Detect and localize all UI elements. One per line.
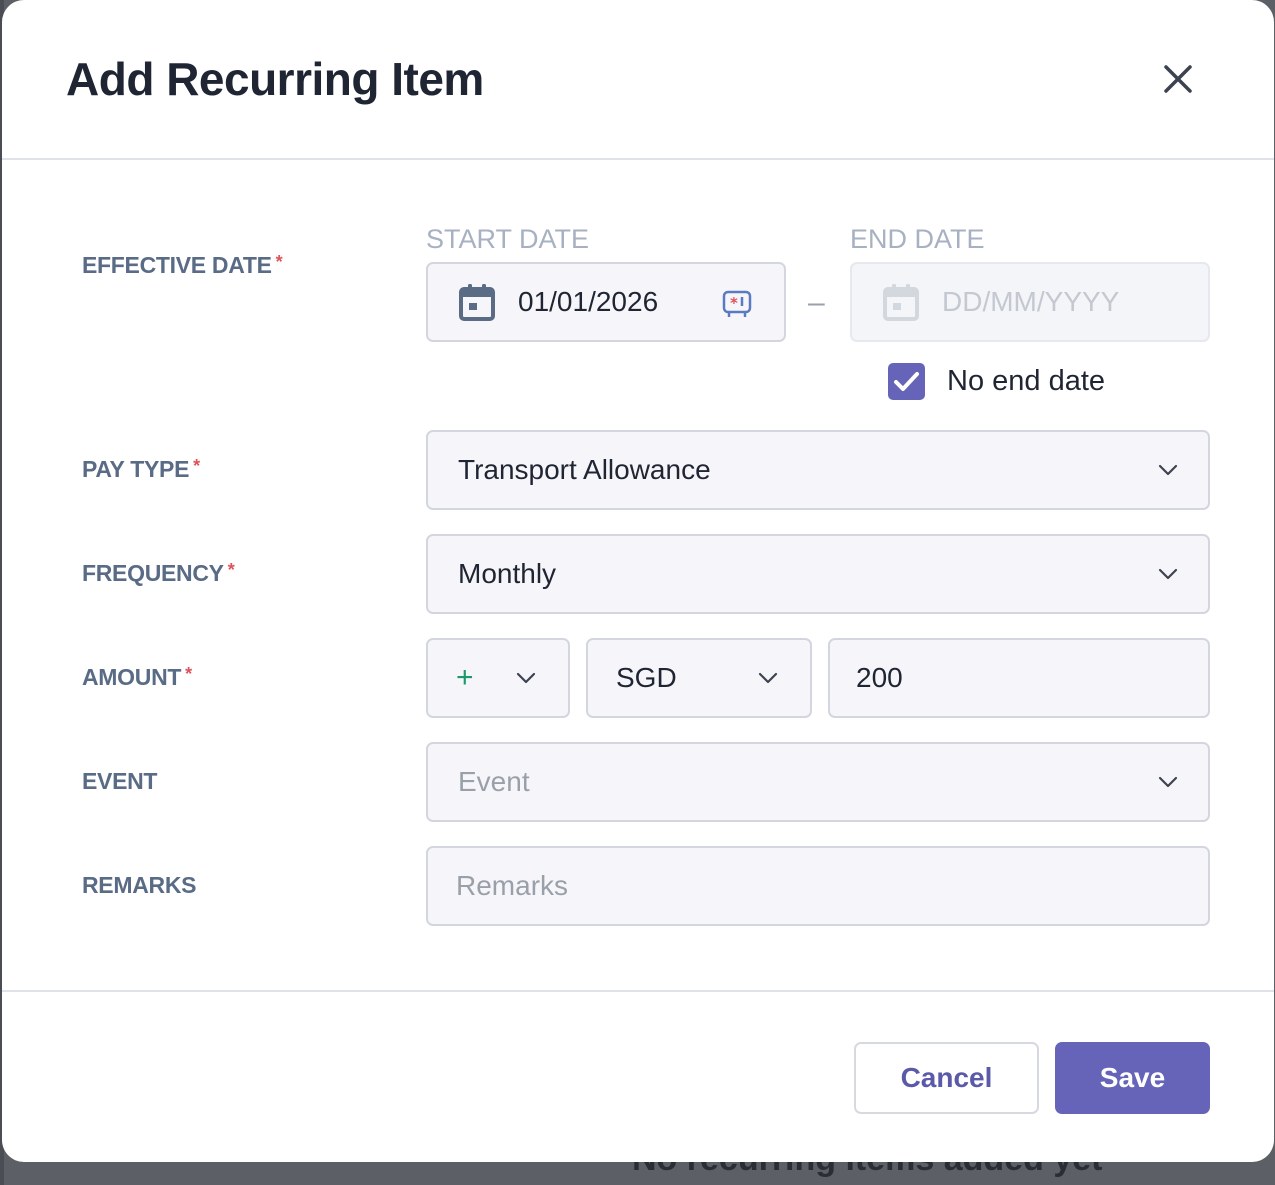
start-date-label: START DATE <box>426 224 590 254</box>
chevron-down-icon <box>1158 568 1178 580</box>
save-button[interactable]: Save <box>1055 1042 1210 1114</box>
calendar-icon <box>883 284 919 321</box>
chevron-down-icon <box>1158 776 1178 788</box>
effective-date-label: EFFECTIVE DATE * <box>82 252 283 278</box>
frequency-value: Monthly <box>458 558 557 589</box>
no-end-date-label: No end date <box>947 365 1106 397</box>
remarks-input[interactable]: Remarks <box>426 846 1210 926</box>
calendar-icon <box>459 284 495 321</box>
svg-text:*: * <box>730 294 738 312</box>
chevron-down-icon <box>758 672 778 684</box>
remarks-placeholder: Remarks <box>456 870 569 901</box>
amount-input[interactable]: 200 <box>828 638 1210 718</box>
modal-title: Add Recurring Item <box>66 53 484 105</box>
no-end-date-checkbox[interactable] <box>888 363 925 400</box>
start-date-input[interactable]: 01/01/2026 * <box>426 262 786 342</box>
end-date-placeholder: DD/MM/YYYY <box>942 286 1120 317</box>
amount-label: AMOUNT * <box>82 664 192 690</box>
frequency-label: FREQUENCY * <box>82 560 235 586</box>
pay-type-value: Transport Allowance <box>458 454 711 485</box>
cancel-button[interactable]: Cancel <box>854 1042 1039 1114</box>
end-date-label: END DATE <box>850 224 985 254</box>
date-range-separator: – <box>808 286 825 319</box>
chevron-down-icon <box>516 672 536 684</box>
event-placeholder: Event <box>458 766 530 797</box>
event-label: EVENT <box>82 768 158 794</box>
event-select[interactable]: Event <box>426 742 1210 822</box>
start-date-value: 01/01/2026 <box>518 286 659 317</box>
pay-type-label: PAY TYPE * <box>82 456 200 482</box>
checkmark-icon <box>894 372 919 391</box>
end-date-input[interactable]: DD/MM/YYYY <box>850 262 1210 342</box>
currency-value: SGD <box>616 662 677 693</box>
frequency-select[interactable]: Monthly <box>426 534 1210 614</box>
pay-type-select[interactable]: Transport Allowance <box>426 430 1210 510</box>
amount-sign-value: + <box>456 661 474 694</box>
modal-header: Add Recurring Item <box>2 0 1274 160</box>
chevron-down-icon <box>1158 464 1178 476</box>
amount-sign-select[interactable]: + <box>426 638 570 718</box>
remarks-label: REMARKS <box>82 872 197 898</box>
holiday-calendar-icon[interactable]: * <box>722 288 752 318</box>
close-icon <box>1164 65 1192 93</box>
modal-footer: Cancel Save <box>2 990 1274 1162</box>
currency-select[interactable]: SGD <box>586 638 812 718</box>
close-button[interactable] <box>1152 55 1202 105</box>
amount-value: 200 <box>856 662 903 693</box>
add-recurring-item-modal: Add Recurring Item EFFECTIVE DATE * START… <box>2 0 1274 1162</box>
